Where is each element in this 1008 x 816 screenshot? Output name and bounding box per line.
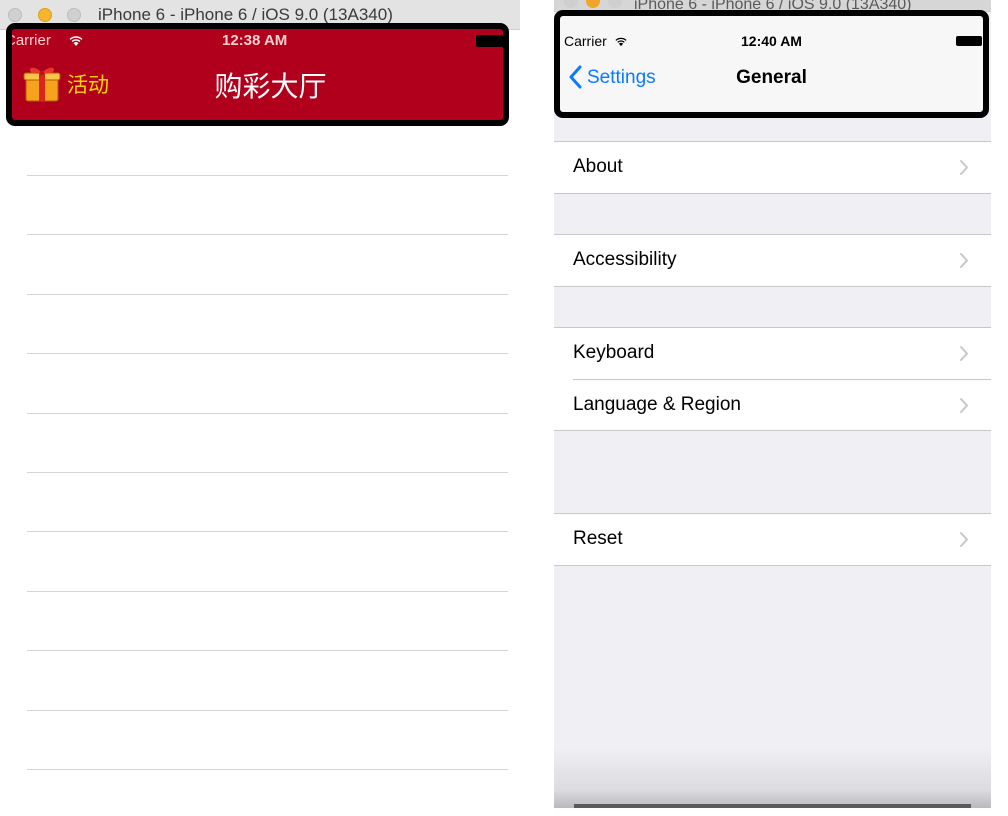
chevron-right-icon bbox=[959, 397, 969, 414]
left-window-title: iPhone 6 - iPhone 6 / iOS 9.0 (13A340) bbox=[98, 5, 393, 24]
settings-row-label: Reset bbox=[573, 528, 623, 549]
wifi-icon bbox=[68, 33, 84, 52]
table-separator bbox=[27, 769, 508, 770]
chevron-right-icon bbox=[959, 159, 969, 176]
close-window-button[interactable] bbox=[564, 0, 578, 8]
right-nav-bar-highlight: Carrier 12:40 AM Settings General bbox=[554, 10, 989, 118]
close-window-button[interactable] bbox=[8, 8, 22, 22]
table-separator bbox=[27, 650, 508, 652]
settings-row[interactable]: Accessibility bbox=[554, 235, 991, 286]
carrier-label: Carrier bbox=[6, 32, 51, 49]
table-separator bbox=[27, 531, 508, 533]
settings-row[interactable]: Keyboard bbox=[554, 328, 991, 379]
settings-row[interactable]: About bbox=[554, 142, 991, 193]
status-time: 12:38 AM bbox=[222, 32, 288, 49]
left-status-bar: Carrier 12:38 AM bbox=[12, 29, 503, 51]
chevron-right-icon bbox=[959, 252, 969, 269]
status-time: 12:40 AM bbox=[741, 33, 802, 49]
settings-group: About bbox=[554, 141, 991, 194]
settings-row[interactable]: Language & Region bbox=[573, 379, 991, 430]
zoom-window-button[interactable] bbox=[67, 8, 81, 22]
settings-row-label: About bbox=[573, 156, 623, 177]
chevron-right-icon bbox=[959, 345, 969, 362]
table-separator bbox=[27, 472, 508, 473]
minimize-window-button[interactable] bbox=[586, 0, 600, 8]
table-separator bbox=[27, 234, 508, 236]
battery-icon bbox=[476, 35, 503, 47]
settings-row-label: Language & Region bbox=[573, 394, 741, 415]
settings-group: Keyboard Language & Region bbox=[554, 327, 991, 431]
nav-title: General bbox=[736, 67, 807, 88]
minimize-window-button[interactable] bbox=[38, 8, 52, 22]
table-separator bbox=[27, 590, 508, 592]
right-simulator-window: iPhone 6 - iPhone 6 / iOS 9.0 (13A340) C… bbox=[554, 0, 991, 808]
chevron-right-icon bbox=[959, 531, 969, 548]
page-title: 购彩大厅 bbox=[214, 70, 327, 103]
settings-row-label: Accessibility bbox=[573, 249, 677, 270]
battery-icon bbox=[956, 36, 982, 46]
settings-row[interactable]: Reset bbox=[554, 514, 991, 565]
settings-group: Accessibility bbox=[554, 234, 991, 287]
zoom-window-button[interactable] bbox=[608, 0, 622, 8]
settings-group: Reset bbox=[554, 513, 991, 566]
table-separator bbox=[27, 293, 508, 295]
bottom-fade bbox=[554, 748, 991, 808]
left-simulator-window: iPhone 6 - iPhone 6 / iOS 9.0 (13A340) C… bbox=[0, 0, 520, 816]
right-status-bar: Carrier 12:40 AM bbox=[560, 16, 983, 49]
table-separator bbox=[27, 709, 508, 711]
table-separator bbox=[27, 353, 508, 355]
bottom-edge bbox=[574, 804, 971, 808]
left-nav-bar-highlight: Carrier 12:38 AM 活动 购彩大厅 bbox=[6, 23, 509, 126]
table-separator bbox=[27, 412, 508, 414]
settings-row-label: Keyboard bbox=[573, 342, 655, 363]
table-separator bbox=[27, 175, 508, 176]
